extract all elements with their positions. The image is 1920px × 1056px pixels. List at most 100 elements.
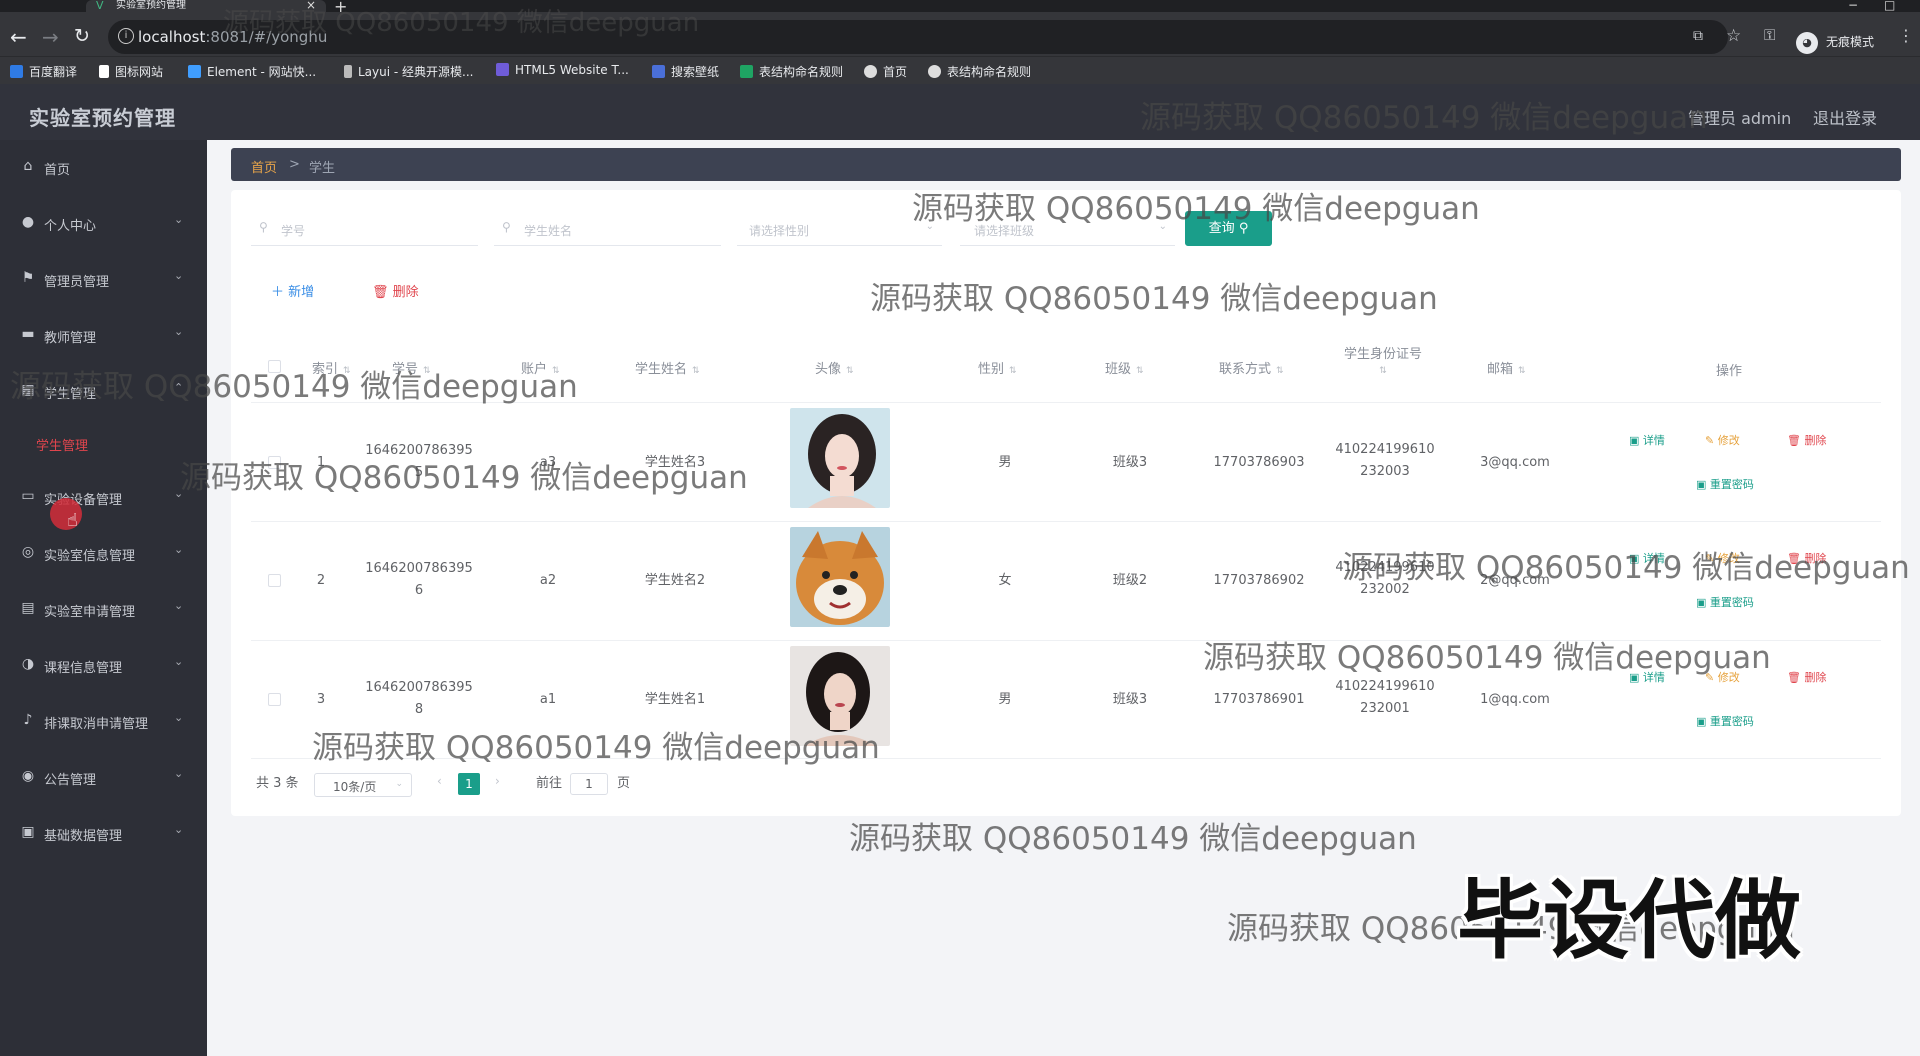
incognito-label: 无痕模式 xyxy=(1826,35,1875,49)
bookmark-star-icon[interactable]: ☆ xyxy=(1726,26,1741,46)
cell-phone: 17703786901 xyxy=(1213,692,1305,707)
user-icon: ● xyxy=(21,214,35,230)
key-icon[interactable]: ⚿ xyxy=(1764,26,1775,44)
watermark-text: 源码获取 QQ86050149 微信deepguan xyxy=(870,281,1438,317)
page-size-select[interactable]: 10条/页 ⌄ xyxy=(314,773,412,797)
cell-phone: 17703786902 xyxy=(1213,573,1305,588)
sidebar-item-lab-apply[interactable]: ▤ 实验室申请管理 ⌄ xyxy=(0,585,207,633)
back-icon[interactable]: ← xyxy=(10,25,27,49)
detail-button[interactable]: ▣ 详情 xyxy=(1629,432,1665,448)
sidebar-item-label: 管理员管理 xyxy=(44,275,110,290)
sidebar-item-equipment[interactable]: ▭ 实验设备管理 ⌄ xyxy=(0,473,207,521)
prev-page-icon[interactable]: ‹ xyxy=(437,774,442,788)
breadcrumb-home[interactable]: 首页 xyxy=(251,157,277,176)
bookmark-item[interactable]: 表结构命名规则 xyxy=(928,63,1031,80)
column-header-gender[interactable]: 性别 ⇅ xyxy=(978,358,1017,377)
translate-icon[interactable]: ⧉ xyxy=(1693,28,1703,44)
delete-button[interactable]: 🗑 删除 xyxy=(1787,669,1826,685)
plus-icon: ＋ xyxy=(271,285,289,300)
bookmark-item[interactable]: HTML5 Website T... xyxy=(496,63,629,77)
document-icon: ▤ xyxy=(21,600,35,616)
column-header-student-name[interactable]: 学生姓名 ⇅ xyxy=(635,358,700,377)
cell-gender: 男 xyxy=(998,455,1012,470)
bookmark-item[interactable]: 搜索壁纸 xyxy=(652,63,719,80)
minimize-icon[interactable]: − xyxy=(1848,0,1858,12)
cell-index: 2 xyxy=(316,573,326,588)
row-checkbox[interactable] xyxy=(268,574,281,587)
globe-icon: ◎ xyxy=(21,544,35,560)
batch-delete-button[interactable]: 🗑 删除 xyxy=(372,281,419,300)
bookmark-item[interactable]: 图标网站 xyxy=(99,63,163,80)
bookmarks-bar: 百度翻译 图标网站 Element - 网站快... Layui - 经典开源模… xyxy=(0,56,1920,84)
sidebar-item-notice[interactable]: ◉ 公告管理 ⌄ xyxy=(0,753,207,801)
search-icon: ⚲ xyxy=(259,220,268,234)
flag-icon: ⚑ xyxy=(21,270,35,286)
briefcase-icon: ▬ xyxy=(21,326,35,342)
chevron-down-icon: ⌄ xyxy=(174,655,184,668)
sidebar-item-lab-info[interactable]: ◎ 实验室信息管理 ⌄ xyxy=(0,529,207,577)
reload-icon[interactable]: ↻ xyxy=(74,25,90,47)
maximize-icon[interactable]: □ xyxy=(1884,0,1895,12)
page-number-current[interactable]: 1 xyxy=(458,773,480,795)
chevron-down-icon: ⌄ xyxy=(174,543,184,556)
goto-page-input[interactable]: 1 xyxy=(570,773,608,795)
cell-id-card: 410224199610 232001 xyxy=(1335,679,1435,716)
avatar xyxy=(790,527,890,627)
cell-student-no: 1646200786395 8 xyxy=(365,680,473,717)
sidebar-item-admin[interactable]: ⚑ 管理员管理 ⌄ xyxy=(0,255,207,303)
bookmark-item[interactable]: 表结构命名规则 xyxy=(740,63,843,80)
reset-password-button[interactable]: ▣ 重置密码 xyxy=(1696,713,1754,729)
student-no-placeholder: 学号 xyxy=(281,224,306,238)
incognito-badge[interactable]: ◕ 无痕模式 xyxy=(1796,29,1884,55)
student-no-input[interactable]: ⚲ 学号 xyxy=(251,212,478,246)
column-header-avatar[interactable]: 头像 ⇅ xyxy=(815,358,854,377)
sidebar-item-label: 首页 xyxy=(44,163,71,178)
forward-icon[interactable]: → xyxy=(42,25,59,49)
vue-logo-icon: V xyxy=(96,0,104,12)
breadcrumb-separator: > xyxy=(289,157,300,172)
chevron-down-icon: ⌄ xyxy=(174,269,184,282)
more-menu-icon[interactable]: ⋮ xyxy=(1898,26,1914,45)
site-info-icon[interactable]: i xyxy=(118,28,134,44)
sidebar-item-label: 公告管理 xyxy=(44,773,97,788)
watermark-text: 源码获取 QQ86050149 微信deepguan xyxy=(223,8,700,38)
watermark-text: 源码获取 QQ86050149 微信deepguan xyxy=(912,191,1480,227)
chevron-down-icon: ⌄ xyxy=(174,823,184,836)
sidebar-item-label: 教师管理 xyxy=(44,331,97,346)
monitor-icon: ▭ xyxy=(21,488,35,504)
bookmark-item[interactable]: Element - 网站快... xyxy=(188,63,316,80)
sidebar-item-base-data[interactable]: ▣ 基础数据管理 ⌄ xyxy=(0,809,207,857)
column-header-email[interactable]: 邮箱 ⇅ xyxy=(1487,358,1526,377)
column-header-id-card[interactable]: 学生身份证号 ⇅ xyxy=(1344,343,1422,377)
sidebar-item-personal-center[interactable]: ● 个人中心 ⌄ xyxy=(0,199,207,247)
delete-button[interactable]: 🗑 删除 xyxy=(1787,432,1826,448)
cell-email: 3@qq.com xyxy=(1480,455,1550,470)
logout-button[interactable]: 退出登录 xyxy=(1813,105,1877,129)
edit-button[interactable]: ✎ 修改 xyxy=(1705,432,1740,448)
watermark-text: 源码获取 QQ86050149 微信deepguan xyxy=(10,369,578,405)
bookmark-item[interactable]: 百度翻译 xyxy=(10,63,77,80)
bookmark-item[interactable]: Layui - 经典开源模... xyxy=(344,63,473,80)
student-name-input[interactable]: ⚲ 学生姓名 xyxy=(494,212,721,246)
column-header-phone[interactable]: 联系方式 ⇅ xyxy=(1219,358,1284,377)
add-button[interactable]: ＋ 新增 xyxy=(271,281,314,300)
gender-placeholder: 请选择性别 xyxy=(749,224,810,238)
reset-password-button[interactable]: ▣ 重置密码 xyxy=(1696,476,1754,492)
search-icon: ⚲ xyxy=(502,220,511,234)
column-header-class[interactable]: 班级 ⇅ xyxy=(1105,358,1144,377)
sidebar-subitem-label: 学生管理 xyxy=(36,439,89,454)
chevron-down-icon: ⌄ xyxy=(174,599,184,612)
reset-password-button[interactable]: ▣ 重置密码 xyxy=(1696,594,1754,610)
sidebar-item-course[interactable]: ◑ 课程信息管理 ⌄ xyxy=(0,641,207,689)
page-size-value: 10条/页 xyxy=(333,780,377,794)
mic-icon: ♪ xyxy=(23,712,33,728)
sidebar-subitem-student-manage[interactable]: 学生管理 xyxy=(0,423,207,463)
bookmark-item[interactable]: 首页 xyxy=(864,63,907,80)
next-page-icon[interactable]: › xyxy=(495,774,500,788)
row-checkbox[interactable] xyxy=(268,693,281,706)
sidebar-item-teacher[interactable]: ▬ 教师管理 ⌄ xyxy=(0,311,207,359)
watermark-text: 源码获取 QQ86050149 微信deepguan xyxy=(1342,550,1910,586)
sidebar-item-home[interactable]: ⌂ 首页 xyxy=(0,143,207,191)
sidebar-item-cancel-apply[interactable]: ♪ 排课取消申请管理 ⌄ xyxy=(0,697,207,745)
avatar xyxy=(790,408,890,508)
